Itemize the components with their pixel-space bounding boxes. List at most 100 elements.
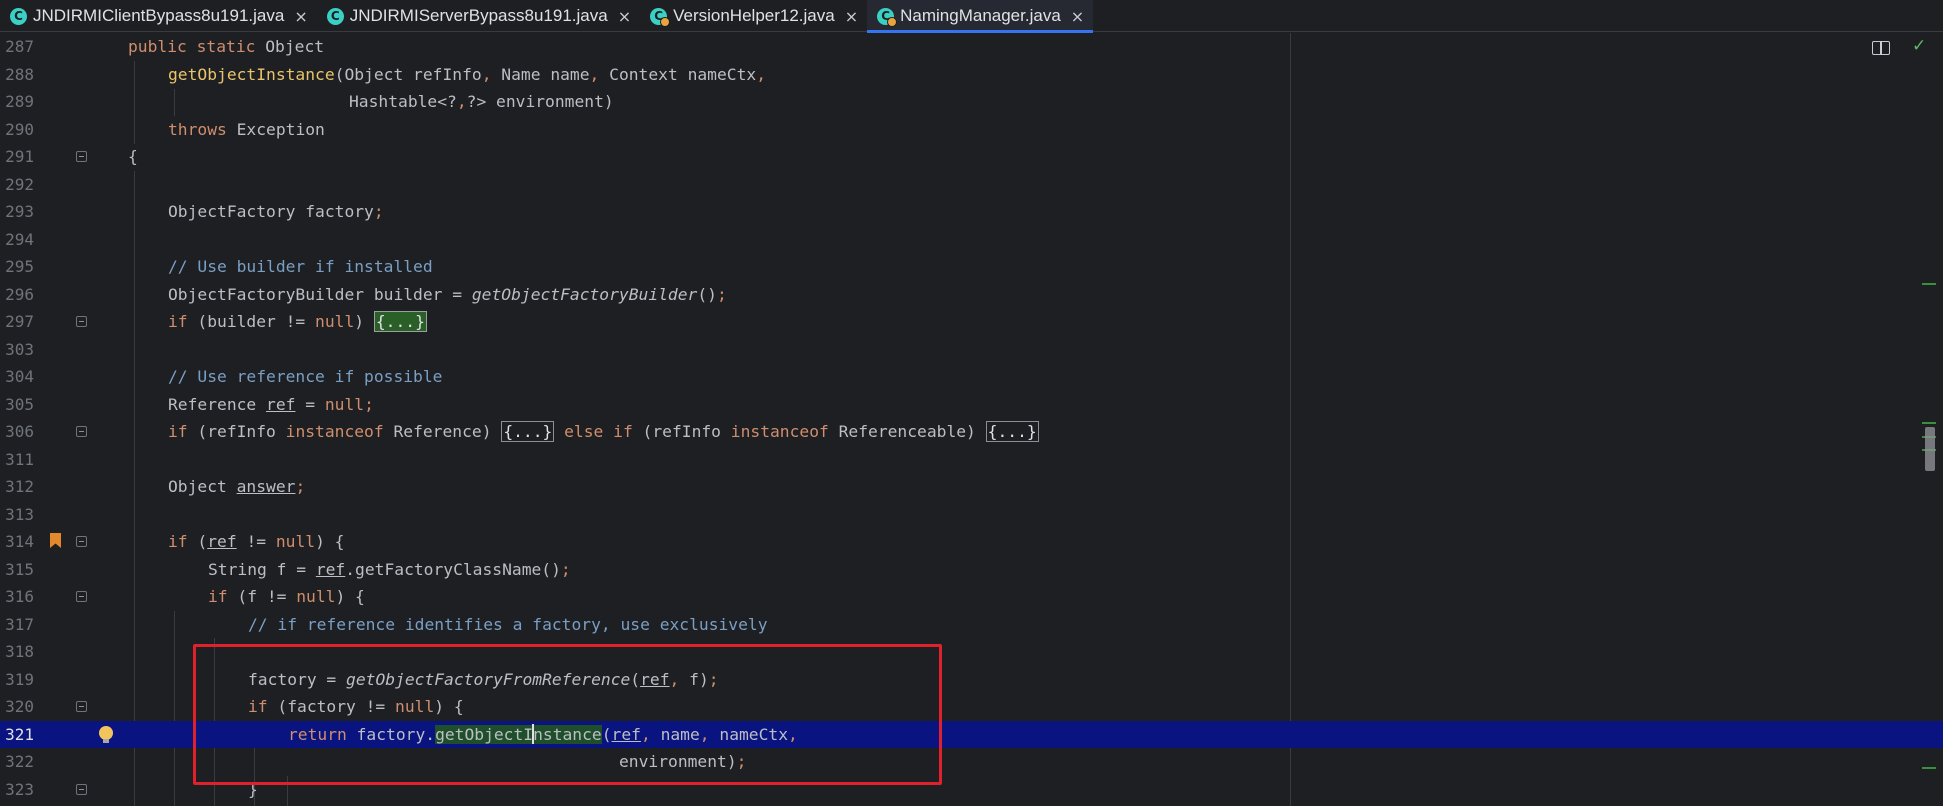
line-number: 288 bbox=[5, 64, 34, 84]
code-line: 296 ObjectFactoryBuilder builder = getOb… bbox=[0, 281, 1943, 309]
close-icon[interactable]: × bbox=[845, 7, 858, 26]
tab-label: VersionHelper12.java bbox=[673, 6, 835, 25]
line-number: 289 bbox=[5, 92, 34, 111]
tab-label: JNDIRMIServerBypass8u191.java bbox=[349, 6, 608, 25]
code-line: 297 if (builder != null) {...} bbox=[0, 308, 1943, 336]
line-number: 318 bbox=[5, 642, 34, 661]
code-line: 311 bbox=[0, 446, 1943, 474]
code-line: 306 if (refInfo instanceof Reference) {.… bbox=[0, 418, 1943, 446]
java-class-icon: C bbox=[877, 7, 898, 27]
line-number: 303 bbox=[5, 339, 34, 359]
bookmark-icon[interactable] bbox=[50, 533, 61, 548]
change-marker bbox=[1922, 767, 1936, 769]
code-line: 294 bbox=[0, 226, 1943, 254]
tab-jndirmi-server[interactable]: C JNDIRMIServerBypass8u191.java × bbox=[317, 0, 640, 32]
java-class-icon: C bbox=[10, 7, 27, 25]
folded-code-block[interactable]: {...} bbox=[985, 421, 1039, 442]
line-number: 305 bbox=[5, 394, 34, 414]
code-line: 288 getObjectInstance(Object refInfo, Na… bbox=[0, 61, 1943, 89]
code-line: 290 throws Exception bbox=[0, 116, 1943, 144]
line-number: 323 bbox=[5, 779, 34, 799]
change-marker bbox=[1922, 283, 1936, 285]
code-line: 303 bbox=[0, 336, 1943, 364]
line-number: 312 bbox=[5, 477, 34, 496]
code-editor[interactable]: 287 public static Object 288 getObjectIn… bbox=[0, 33, 1943, 806]
line-number: 306 bbox=[5, 422, 34, 441]
code-line: 291 { bbox=[0, 143, 1943, 171]
annotation-highlight-box bbox=[193, 644, 942, 785]
code-line: 312 Object answer; bbox=[0, 473, 1943, 501]
line-number: 294 bbox=[5, 229, 34, 249]
code-comment: // if reference identifies a factory, us… bbox=[248, 614, 768, 634]
code-text: throws Exception bbox=[168, 119, 325, 139]
change-marker bbox=[1922, 422, 1936, 424]
scrollbar-thumb[interactable] bbox=[1925, 427, 1935, 471]
line-number: 320 bbox=[5, 697, 34, 716]
scrollbar[interactable] bbox=[1922, 33, 1943, 806]
close-icon[interactable]: × bbox=[618, 7, 631, 26]
line-number: 315 bbox=[5, 559, 34, 579]
fold-icon[interactable] bbox=[76, 536, 87, 547]
fold-icon[interactable] bbox=[76, 151, 87, 162]
reader-mode-icon[interactable] bbox=[1872, 41, 1890, 55]
line-number: 293 bbox=[5, 202, 34, 221]
code-line: 304 // Use reference if possible bbox=[0, 363, 1943, 391]
code-line: 314 if (ref != null) { bbox=[0, 528, 1943, 556]
line-number: 311 bbox=[5, 449, 34, 469]
code-text: Reference ref = null; bbox=[168, 394, 374, 414]
code-text: Hashtable<?,?> environment) bbox=[349, 92, 614, 111]
line-number: 304 bbox=[5, 367, 34, 386]
java-class-icon: C bbox=[326, 7, 344, 25]
code-line: 317 // if reference identifies a factory… bbox=[0, 611, 1943, 639]
code-text: String f = ref.getFactoryClassName(); bbox=[208, 559, 571, 579]
code-comment: // Use builder if installed bbox=[168, 257, 433, 276]
line-number: 321 bbox=[5, 724, 34, 744]
code-line: 315 String f = ref.getFactoryClassName()… bbox=[0, 556, 1943, 584]
code-line: 316 if (f != null) { bbox=[0, 583, 1943, 611]
editor-tab-bar: C JNDIRMIClientBypass8u191.java × C JNDI… bbox=[0, 0, 1943, 33]
folded-code-block[interactable]: {...} bbox=[501, 421, 555, 442]
fold-icon[interactable] bbox=[76, 426, 87, 437]
fold-icon[interactable] bbox=[76, 701, 87, 712]
code-text: public static Object bbox=[128, 37, 325, 56]
code-text: ObjectFactory factory; bbox=[168, 202, 384, 221]
code-text: getObjectInstance(Object refInfo, Name n… bbox=[168, 64, 766, 84]
code-line: 292 bbox=[0, 171, 1943, 199]
line-number: 295 bbox=[5, 257, 34, 276]
close-icon[interactable]: × bbox=[1071, 7, 1084, 26]
tab-version-helper[interactable]: C VersionHelper12.java × bbox=[640, 0, 867, 32]
code-line: 313 bbox=[0, 501, 1943, 529]
tab-jndirmi-client[interactable]: C JNDIRMIClientBypass8u191.java × bbox=[0, 0, 317, 32]
code-line: 295 // Use builder if installed bbox=[0, 253, 1943, 281]
line-number: 319 bbox=[5, 669, 34, 689]
fold-icon[interactable] bbox=[76, 591, 87, 602]
code-line: 289 Hashtable<?,?> environment) bbox=[0, 88, 1943, 116]
code-line: 293 ObjectFactory factory; bbox=[0, 198, 1943, 226]
line-number: 287 bbox=[5, 37, 34, 56]
code-text: if (ref != null) { bbox=[168, 532, 345, 551]
code-text: Object answer; bbox=[168, 477, 306, 496]
fold-icon[interactable] bbox=[76, 316, 87, 327]
fold-icon[interactable] bbox=[76, 783, 87, 795]
line-number: 322 bbox=[5, 752, 34, 771]
code-text: if (refInfo instanceof Reference) {...} … bbox=[168, 421, 1039, 442]
lightbulb-icon[interactable] bbox=[99, 725, 113, 743]
code-line: 305 Reference ref = null; bbox=[0, 391, 1943, 419]
tab-naming-manager[interactable]: C NamingManager.java × bbox=[867, 0, 1094, 33]
line-number: 317 bbox=[5, 614, 34, 634]
code-line: 287 public static Object bbox=[0, 33, 1943, 61]
line-number: 316 bbox=[5, 587, 34, 606]
line-number: 313 bbox=[5, 504, 34, 524]
line-number: 296 bbox=[5, 284, 34, 304]
line-number: 297 bbox=[5, 312, 34, 331]
folded-code-block[interactable]: {...} bbox=[373, 311, 427, 332]
code-text: { bbox=[128, 147, 138, 166]
line-number: 290 bbox=[5, 119, 34, 139]
java-class-icon: C bbox=[650, 7, 671, 27]
code-text: if (f != null) { bbox=[208, 587, 365, 606]
code-comment: // Use reference if possible bbox=[168, 367, 443, 386]
line-number: 291 bbox=[5, 147, 34, 166]
code-text: ObjectFactoryBuilder builder = getObject… bbox=[168, 284, 727, 304]
close-icon[interactable]: × bbox=[294, 7, 307, 26]
tab-label: JNDIRMIClientBypass8u191.java bbox=[33, 6, 285, 25]
